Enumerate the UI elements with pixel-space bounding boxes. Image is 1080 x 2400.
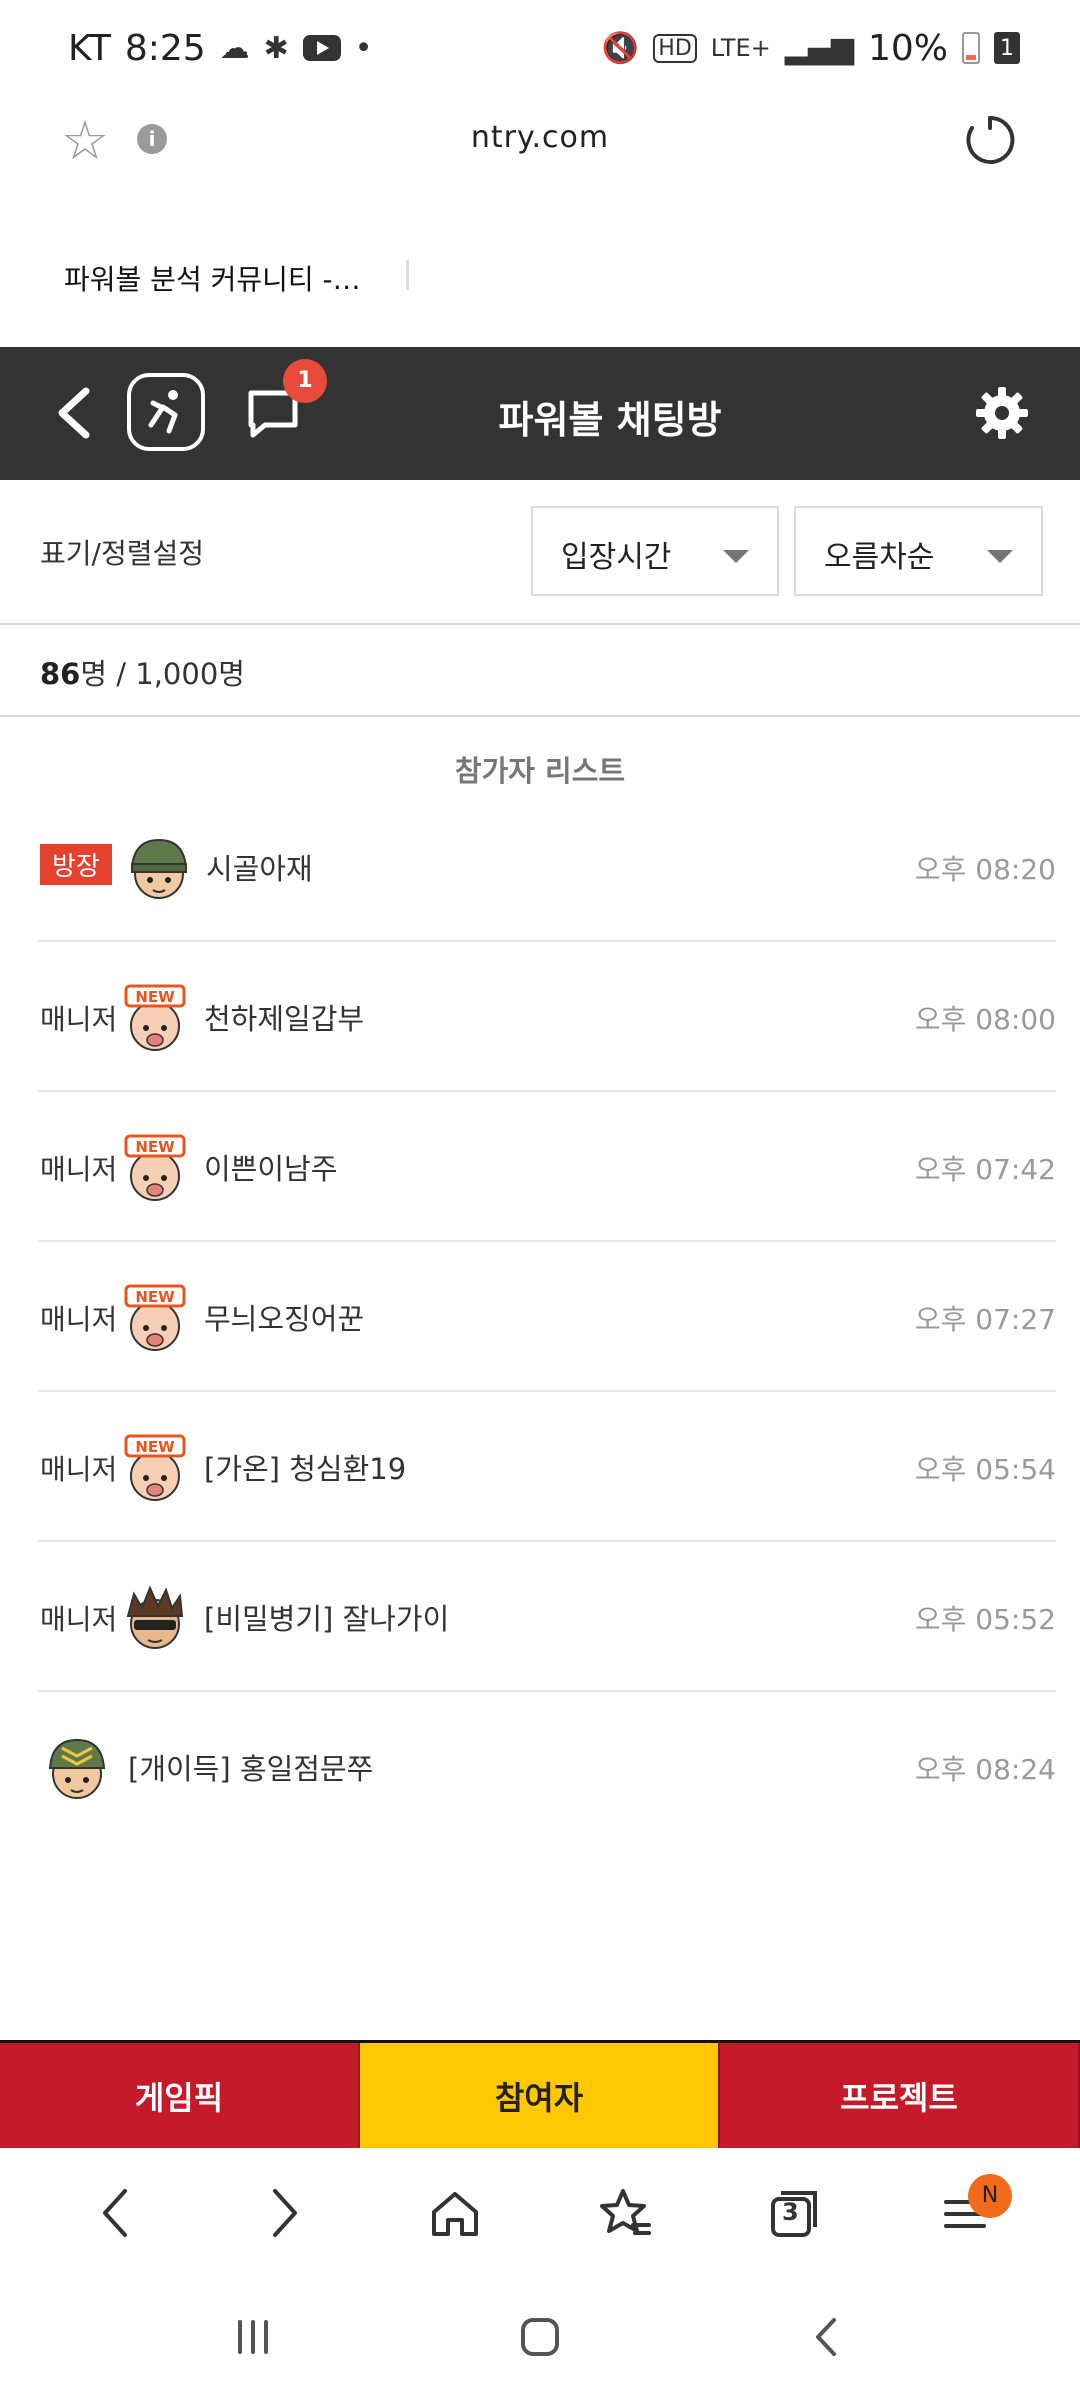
address-bar: ☆ i ntry.com xyxy=(0,96,1080,186)
list-item[interactable]: 매니저 NEW 무늬오징어꾼 오후 07:27 xyxy=(38,1242,1056,1392)
join-time: 오후 08:20 xyxy=(914,853,1056,886)
join-time: 오후 05:52 xyxy=(914,1603,1056,1636)
participant-list: 방장 시골아재 오후 08:20 매니저 NEW 천하제일갑부 오후 08:00… xyxy=(38,792,1056,1842)
system-back-icon[interactable] xyxy=(802,2312,852,2366)
sort-field-value: 입장시간 xyxy=(561,540,672,575)
app-notification-icon: ✱ xyxy=(263,30,289,66)
role-label: 매니저 xyxy=(40,1603,118,1636)
participant-name: 이쁜이남주 xyxy=(204,1152,338,1186)
svg-text:NEW: NEW xyxy=(135,1288,175,1306)
join-time: 오후 07:42 xyxy=(914,1153,1056,1186)
browser-forward-icon[interactable] xyxy=(250,2178,320,2248)
page-title: 파워볼 채팅방 xyxy=(498,398,722,442)
max-count: 1,000명 xyxy=(135,657,245,691)
new-baby-avatar-icon: NEW xyxy=(124,1434,186,1501)
participant-count-row: 86명 / 1,000명 xyxy=(0,625,1080,717)
list-item[interactable]: [개이득] 홍일점문쭈 오후 08:24 xyxy=(38,1692,1056,1842)
youtube-icon xyxy=(302,35,341,61)
sort-order-select[interactable]: 오름차순 xyxy=(794,506,1043,596)
battery-percent: 10% xyxy=(867,27,948,69)
bottom-tab-bar: 게임픽 참여자 프로젝트 xyxy=(0,2040,1080,2148)
sort-label: 표기/정렬설정 xyxy=(40,537,204,570)
browser-back-icon[interactable] xyxy=(80,2178,150,2248)
gear-icon[interactable] xyxy=(972,383,1032,443)
army-helmet-avatar-icon xyxy=(130,838,188,899)
join-time: 오후 08:00 xyxy=(914,1003,1056,1036)
role-label: 매니저 xyxy=(40,1303,118,1336)
join-time: 오후 05:54 xyxy=(914,1453,1056,1486)
count-separator: / xyxy=(107,657,136,691)
browser-tab-strip: 파워볼 분석 커뮤니티 -… xyxy=(0,240,1080,310)
tab-divider xyxy=(406,260,409,290)
chat-header: 1 파워볼 채팅방 xyxy=(0,347,1080,480)
svg-text:NEW: NEW xyxy=(135,1438,175,1456)
tab-project[interactable]: 프로젝트 xyxy=(720,2043,1080,2148)
spiky-sunglasses-avatar-icon xyxy=(126,1585,184,1649)
menu-icon[interactable]: N xyxy=(930,2174,1012,2248)
cloud-icon: ☁ xyxy=(219,30,250,66)
participant-name: [가온] 청심환19 xyxy=(204,1452,407,1486)
join-time: 오후 08:24 xyxy=(914,1753,1056,1786)
browser-nav-bar: 3 N xyxy=(0,2148,1080,2278)
participant-name: 천하제일갑부 xyxy=(204,1002,365,1036)
browser-tab[interactable]: 파워볼 분석 커뮤니티 -… xyxy=(64,258,361,298)
bookmarks-icon[interactable] xyxy=(590,2178,660,2248)
list-item[interactable]: 매니저 NEW 천하제일갑부 오후 08:00 xyxy=(38,942,1056,1092)
tab-participants[interactable]: 참여자 xyxy=(360,2043,720,2148)
url-text[interactable]: ntry.com xyxy=(0,120,1080,155)
recent-apps-icon[interactable] xyxy=(228,2312,278,2366)
sim-indicator: 1 xyxy=(994,32,1020,64)
current-count-unit: 명 xyxy=(80,657,108,691)
list-item[interactable]: 매니저 NEW [가온] 청심환19 오후 05:54 xyxy=(38,1392,1056,1542)
participant-name: 무늬오징어꾼 xyxy=(204,1302,365,1336)
menu-new-badge: N xyxy=(968,2174,1012,2218)
role-label: 매니저 xyxy=(40,1003,118,1036)
status-right: 🔇 HD LTE+ ▂▄▆ 10% 1 xyxy=(602,28,1020,69)
chevron-down-icon xyxy=(723,550,749,563)
host-badge: 방장 xyxy=(40,844,112,885)
sort-field-select[interactable]: 입장시간 xyxy=(531,506,779,596)
svg-text:NEW: NEW xyxy=(135,1138,175,1156)
reload-icon[interactable] xyxy=(960,110,1020,170)
clock: 8:25 xyxy=(124,27,206,69)
sergeant-avatar-icon xyxy=(48,1738,106,1799)
list-item[interactable]: 방장 시골아재 오후 08:20 xyxy=(38,792,1056,942)
new-baby-avatar-icon: NEW xyxy=(124,1134,186,1201)
tab-game-pick[interactable]: 게임픽 xyxy=(0,2043,360,2148)
sort-settings-row: 표기/정렬설정 입장시간 오름차순 xyxy=(0,480,1080,625)
signal-icon: ▂▄▆ xyxy=(784,30,854,66)
status-left: KT 8:25 ☁ ✱ • xyxy=(68,28,373,69)
participant-count: 86명 / 1,000명 xyxy=(40,651,245,693)
list-item[interactable]: 매니저 NEW 이쁜이남주 오후 07:42 xyxy=(38,1092,1056,1242)
participant-name: 시골아재 xyxy=(206,852,313,886)
join-time: 오후 07:27 xyxy=(914,1303,1056,1336)
battery-icon xyxy=(962,32,980,64)
new-baby-avatar-icon: NEW xyxy=(124,984,186,1051)
sort-order-value: 오름차순 xyxy=(824,540,935,575)
participant-list-title: 참가자 리스트 xyxy=(454,754,626,788)
chevron-down-icon xyxy=(987,550,1013,563)
new-baby-avatar-icon: NEW xyxy=(124,1284,186,1351)
role-label: 매니저 xyxy=(40,1153,118,1186)
home-button-icon[interactable] xyxy=(515,2312,565,2366)
mute-icon: 🔇 xyxy=(601,30,640,66)
home-icon[interactable] xyxy=(420,2178,490,2248)
list-item[interactable]: 매니저 [비밀병기] 잘나가이 오후 05:52 xyxy=(38,1542,1056,1692)
current-count: 86 xyxy=(40,657,81,691)
status-bar: KT 8:25 ☁ ✱ • 🔇 HD LTE+ ▂▄▆ 10% 1 xyxy=(0,0,1080,96)
network-type: LTE+ xyxy=(710,34,771,62)
hd-icon: HD xyxy=(653,33,697,63)
role-label: 매니저 xyxy=(40,1453,118,1486)
svg-text:NEW: NEW xyxy=(135,988,175,1006)
participant-name: [비밀병기] 잘나가이 xyxy=(204,1602,450,1636)
tabs-count: 3 xyxy=(782,2198,799,2226)
tabs-icon[interactable]: 3 xyxy=(760,2178,830,2248)
carrier-label: KT xyxy=(68,27,111,69)
dot-icon: • xyxy=(354,30,373,66)
participant-name: [개이득] 홍일점문쭈 xyxy=(128,1752,374,1786)
system-nav-bar xyxy=(0,2278,1080,2400)
